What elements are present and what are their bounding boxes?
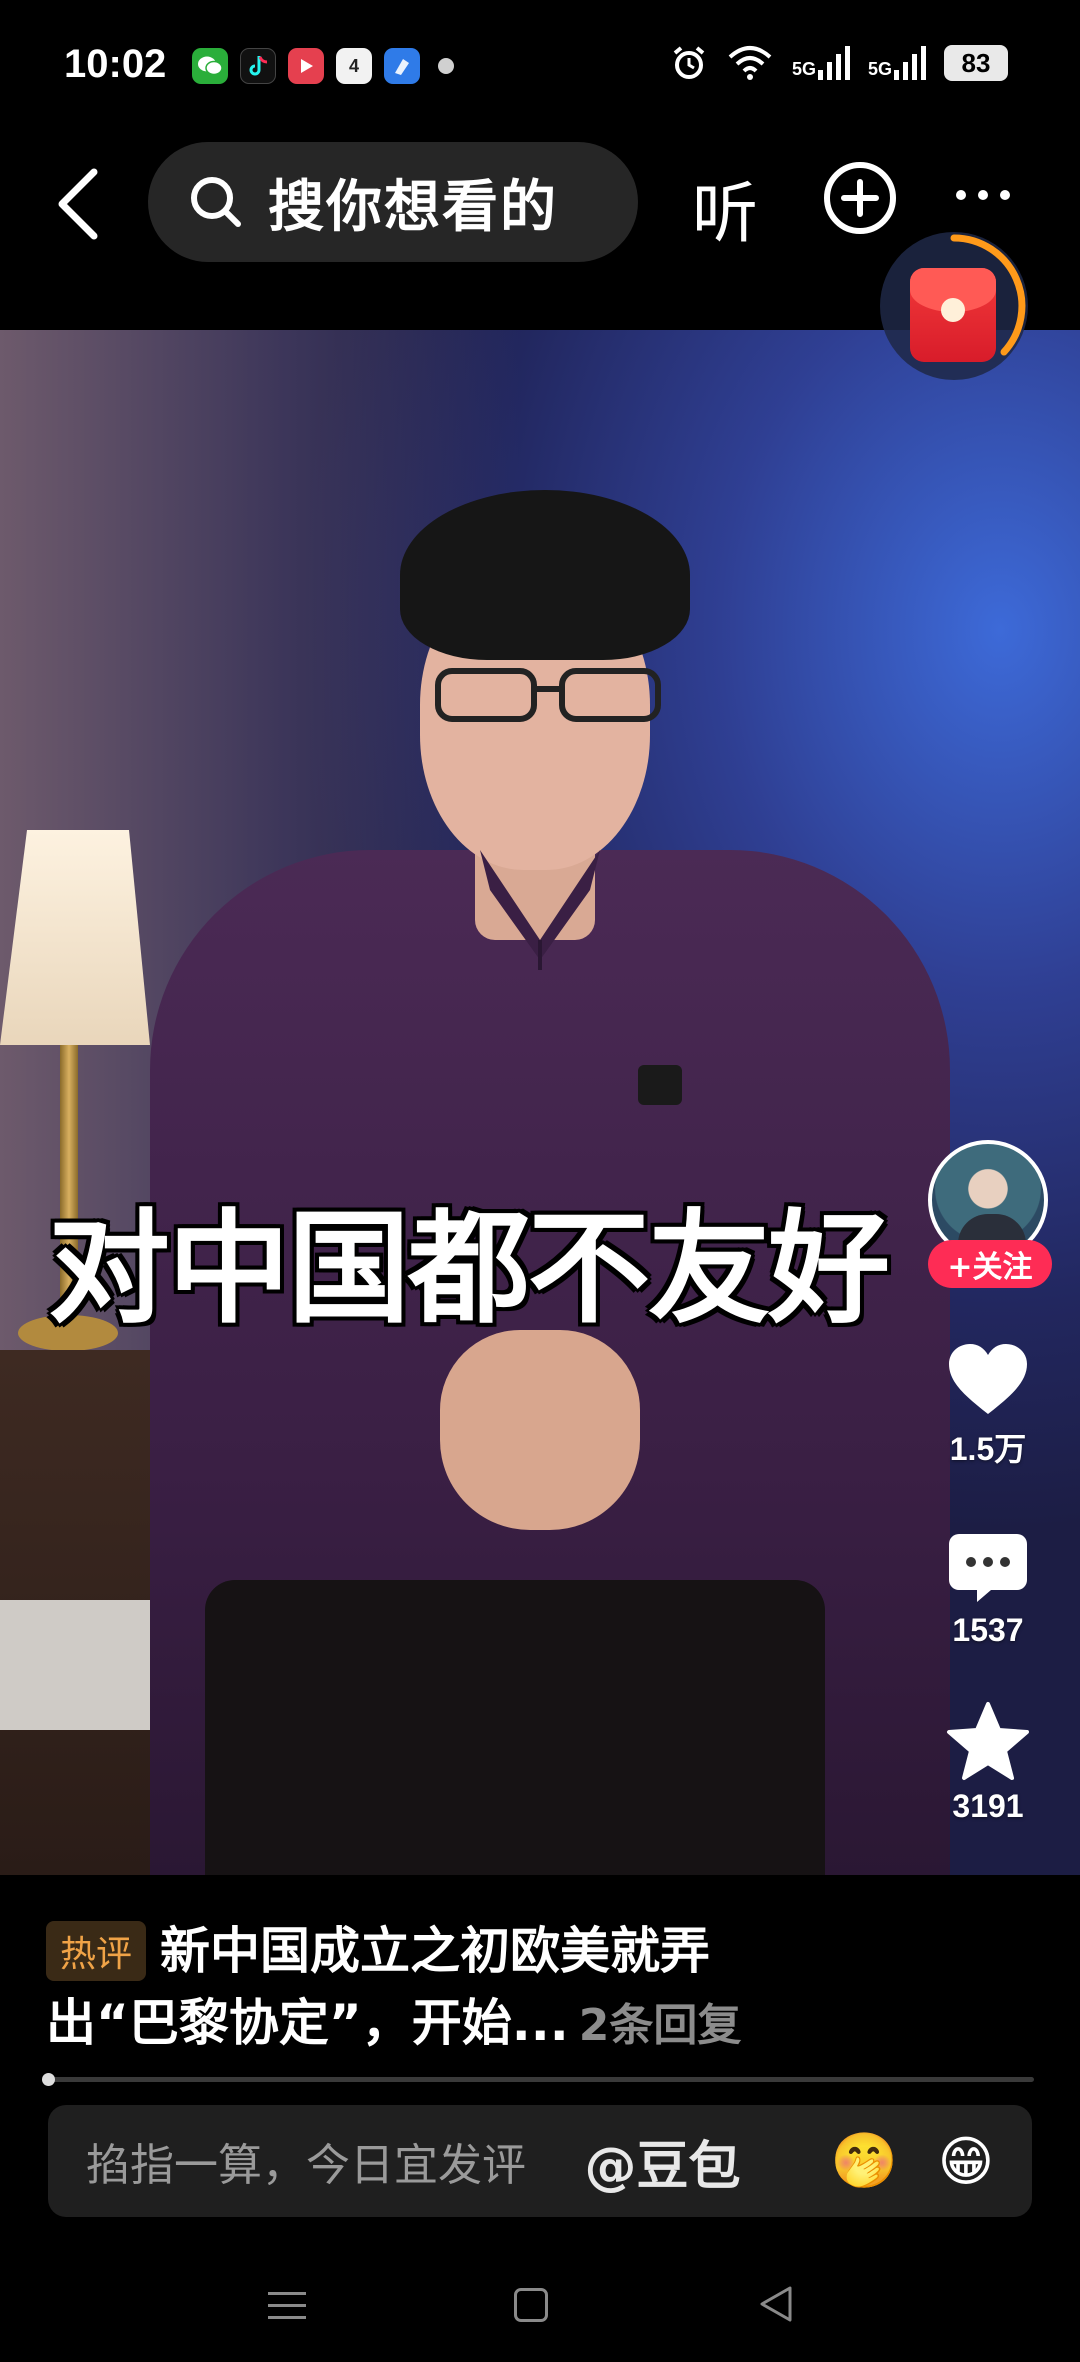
back-button[interactable] xyxy=(48,166,108,242)
home-button[interactable] xyxy=(514,2288,548,2322)
red-packet-coin xyxy=(941,298,965,322)
heart-icon xyxy=(949,1344,1027,1414)
favorite-count: 3191 xyxy=(952,1788,1024,1824)
presenter-glasses xyxy=(435,668,661,722)
signal-icon-2: 5G xyxy=(868,46,926,80)
signal-label-2: 5G xyxy=(867,59,892,79)
signal-label-1: 5G xyxy=(791,59,816,79)
comment-count: 1537 xyxy=(952,1612,1024,1648)
like-action[interactable]: 1.5万 xyxy=(918,1340,1058,1470)
search-placeholder: 搜你想看的 xyxy=(268,174,558,240)
presenter-pants xyxy=(205,1580,825,1875)
douyin-icon xyxy=(240,48,276,84)
more-dot-icon xyxy=(438,58,454,74)
creator-avatar-group: +关注 xyxy=(928,1140,1052,1290)
comment-action[interactable]: 1537 xyxy=(918,1530,1058,1649)
hot-comment[interactable]: 热评 新中国成立之初欧美就弄 出“巴黎协定”，开始... 2条回复 xyxy=(46,1915,926,2062)
wifi-icon xyxy=(728,46,772,80)
system-nav-bar xyxy=(0,2242,1080,2362)
presenter-hands xyxy=(440,1330,640,1530)
star-icon xyxy=(947,1702,1029,1780)
presenter-collar xyxy=(480,850,600,970)
reply-count[interactable]: 2条回复 xyxy=(579,2000,742,2051)
comment-input[interactable]: 掐指一算，今日宜发评 @豆包 🤭 😁 xyxy=(48,2105,1032,2217)
browser-icon xyxy=(384,48,420,84)
like-count: 1.5万 xyxy=(949,1431,1027,1467)
emoji-grin-button[interactable]: 😁 xyxy=(938,2130,994,2193)
video-app-icon xyxy=(288,48,324,84)
comment-input-placeholder: 掐指一算，今日宜发评 xyxy=(86,2140,526,2191)
status-bar: 10:02 4 5G 5G 83 xyxy=(0,0,1080,130)
mention-doubao-button[interactable]: @豆包 xyxy=(584,2124,740,2199)
calendar-day: 4 xyxy=(348,55,359,76)
battery-indicator: 83 xyxy=(944,45,1008,81)
follow-button[interactable]: +关注 xyxy=(928,1240,1052,1288)
playback-progress-bar[interactable] xyxy=(42,2073,1034,2086)
status-right: 5G 5G 83 xyxy=(670,44,1008,82)
wechat-icon xyxy=(192,48,228,84)
hot-comment-badge: 热评 xyxy=(46,1921,147,1981)
calendar-icon: 4 xyxy=(336,48,372,84)
add-button[interactable] xyxy=(822,160,898,236)
comment-icon xyxy=(949,1534,1027,1602)
favorite-action[interactable]: 3191 xyxy=(918,1700,1058,1825)
video-caption: 对中国都不友好 xyxy=(48,1198,890,1340)
signal-icon-1: 5G xyxy=(792,46,850,80)
more-button[interactable] xyxy=(956,190,1010,200)
alarm-icon xyxy=(673,46,705,79)
search-box[interactable]: 搜你想看的 xyxy=(148,142,638,262)
listen-button[interactable]: 听 xyxy=(692,160,758,256)
plus-circle-icon xyxy=(824,162,896,234)
back-arrow-icon xyxy=(58,168,98,240)
playback-progress-knob[interactable] xyxy=(42,2073,55,2086)
recent-apps-button[interactable] xyxy=(268,2292,306,2328)
emoji-laugh-button[interactable]: 🤭 xyxy=(830,2129,897,2193)
search-icon xyxy=(191,177,241,227)
system-back-icon[interactable] xyxy=(758,2284,794,2324)
red-packet-button[interactable] xyxy=(880,232,1028,380)
status-time: 10:02 xyxy=(64,42,167,86)
hot-comment-line2: 出“巴黎协定”，开始... xyxy=(46,1994,569,2052)
presenter-hair xyxy=(400,490,690,660)
notification-icons: 4 xyxy=(192,48,454,84)
hot-comment-line1: 新中国成立之初欧美就弄 xyxy=(160,1922,711,1980)
lapel-mic xyxy=(638,1065,682,1105)
